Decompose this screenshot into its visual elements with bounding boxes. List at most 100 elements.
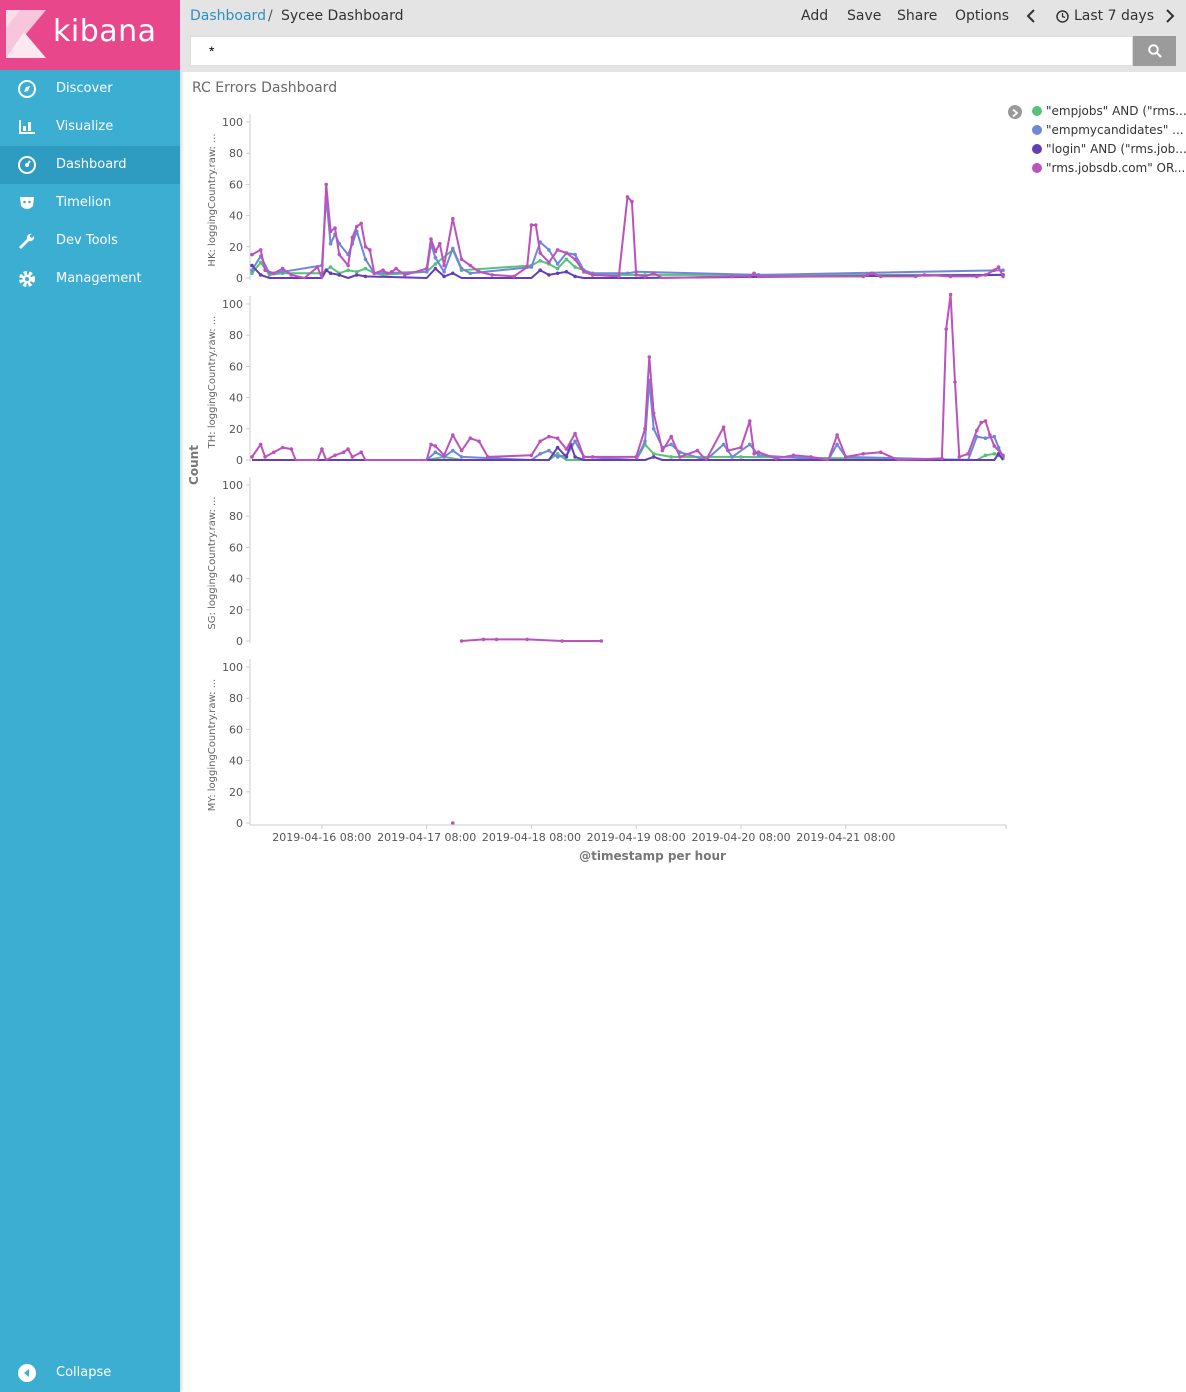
data-point bbox=[433, 255, 438, 260]
search-button[interactable] bbox=[1133, 36, 1176, 66]
data-point bbox=[625, 271, 630, 276]
series-line bbox=[251, 195, 1004, 276]
data-point bbox=[590, 273, 595, 277]
nav-item-visualize[interactable]: Visualize bbox=[0, 108, 180, 146]
data-point bbox=[477, 270, 481, 274]
data-point bbox=[438, 241, 442, 246]
data-point bbox=[695, 448, 700, 453]
data-point bbox=[250, 455, 254, 459]
kibana-logo[interactable]: kibana bbox=[0, 0, 180, 70]
data-point bbox=[865, 273, 870, 277]
data-point bbox=[433, 266, 438, 271]
x-tick-label: 2019-04-18 08:00 bbox=[482, 831, 581, 844]
add-button[interactable]: Add bbox=[801, 8, 828, 24]
row-axis-label: HK: loggingCountry.raw: ... bbox=[207, 133, 218, 266]
data-point bbox=[324, 182, 328, 187]
data-point bbox=[346, 447, 350, 451]
data-point bbox=[651, 427, 656, 431]
data-point bbox=[341, 450, 346, 455]
y-tick-label: 60 bbox=[229, 178, 243, 191]
data-point bbox=[726, 448, 730, 453]
data-point bbox=[647, 355, 652, 359]
data-point bbox=[459, 266, 464, 271]
data-point bbox=[948, 292, 953, 297]
time-range-button[interactable]: Last 7 days bbox=[1074, 8, 1154, 24]
data-point bbox=[529, 265, 534, 269]
nav-item-label: Visualize bbox=[56, 119, 114, 134]
data-point bbox=[948, 274, 953, 279]
options-button[interactable]: Options bbox=[955, 8, 1009, 24]
data-point bbox=[258, 260, 263, 265]
data-point bbox=[752, 271, 756, 276]
data-point bbox=[433, 444, 438, 448]
save-button[interactable]: Save bbox=[847, 8, 881, 24]
data-point bbox=[547, 273, 551, 277]
nav-item-management[interactable]: Management bbox=[0, 260, 180, 298]
kibana-logo-icon bbox=[6, 10, 46, 58]
data-point bbox=[315, 265, 320, 269]
data-point bbox=[538, 259, 542, 263]
data-point bbox=[555, 262, 560, 266]
nav-item-dev-tools[interactable]: Dev Tools bbox=[0, 222, 180, 260]
x-tick-label: 2019-04-16 08:00 bbox=[272, 831, 371, 844]
y-tick-label: 40 bbox=[229, 392, 243, 405]
data-point bbox=[250, 268, 254, 272]
collapse-button[interactable]: Collapse bbox=[0, 1354, 180, 1392]
data-point bbox=[573, 274, 577, 279]
data-point bbox=[350, 235, 355, 240]
data-point bbox=[774, 456, 778, 461]
data-point bbox=[835, 433, 839, 437]
data-point bbox=[258, 442, 263, 447]
series-line bbox=[252, 379, 1004, 461]
y-tick-label: 80 bbox=[229, 692, 243, 705]
data-point bbox=[966, 452, 970, 456]
row-axis-label: MY: loggingCountry.raw: ... bbox=[207, 679, 218, 811]
x-tick-label: 2019-04-19 08:00 bbox=[587, 831, 686, 844]
nav-item-timelion[interactable]: Timelion bbox=[0, 184, 180, 222]
data-point bbox=[957, 455, 962, 459]
data-point bbox=[643, 274, 647, 279]
data-point bbox=[564, 447, 569, 451]
data-point bbox=[477, 439, 481, 444]
data-point bbox=[258, 248, 263, 252]
bar-chart-icon bbox=[19, 120, 35, 134]
data-point bbox=[996, 265, 1001, 269]
breadcrumb-dashboard-link[interactable]: Dashboard bbox=[190, 8, 266, 24]
data-point bbox=[791, 453, 796, 458]
data-point bbox=[433, 450, 438, 455]
data-point bbox=[940, 456, 944, 461]
data-point bbox=[442, 263, 446, 268]
collapse-icon bbox=[18, 1364, 36, 1382]
nav-item-label: Discover bbox=[56, 81, 113, 96]
search-icon bbox=[1148, 44, 1162, 58]
data-point bbox=[280, 266, 285, 271]
y-tick-label: 20 bbox=[229, 423, 243, 436]
data-point bbox=[555, 271, 560, 276]
share-button[interactable]: Share bbox=[897, 8, 937, 24]
y-tick-label: 20 bbox=[229, 786, 243, 799]
data-point bbox=[560, 639, 564, 643]
nav-item-label: Dashboard bbox=[56, 157, 127, 172]
data-point bbox=[529, 453, 534, 458]
data-point bbox=[983, 273, 988, 277]
wrench-icon bbox=[19, 233, 35, 249]
data-point bbox=[280, 445, 285, 450]
data-point bbox=[547, 248, 551, 252]
data-point bbox=[979, 420, 983, 425]
data-point bbox=[643, 439, 647, 444]
chevron-right-icon[interactable] bbox=[1165, 9, 1175, 23]
data-point bbox=[721, 442, 726, 447]
data-point bbox=[669, 442, 673, 447]
compass-icon bbox=[18, 80, 36, 98]
nav-item-discover[interactable]: Discover bbox=[0, 70, 180, 108]
nav-item-dashboard[interactable]: Dashboard bbox=[0, 146, 180, 184]
y-tick-label: 0 bbox=[236, 272, 243, 285]
data-point bbox=[983, 436, 988, 441]
data-point bbox=[337, 252, 342, 257]
data-point bbox=[494, 637, 499, 642]
data-point bbox=[913, 274, 918, 279]
search-input[interactable] bbox=[190, 36, 1133, 66]
data-point bbox=[538, 251, 542, 255]
chevron-left-icon[interactable] bbox=[1026, 9, 1036, 23]
data-point bbox=[756, 453, 761, 458]
